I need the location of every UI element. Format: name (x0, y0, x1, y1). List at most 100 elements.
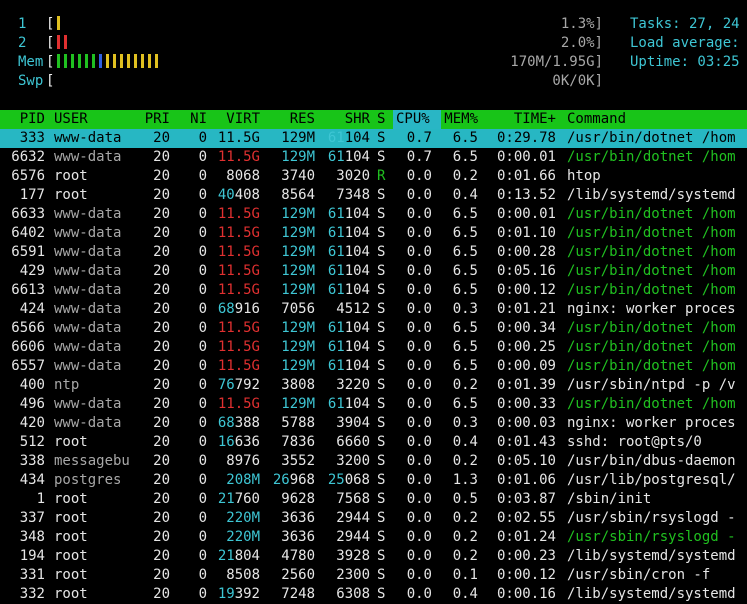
table-row[interactable]: 434 postgres 20 0 208M 26968 25068 S 0.0 1.3 0:01.… (0, 471, 747, 490)
table-row[interactable]: 400 ntp 20 0 76792 3808 3220 S 0.0 0.2 0:01.39/usr… (0, 376, 747, 395)
cpu1-label: 1 (18, 16, 27, 32)
row-cpu: 0.0 (406, 396, 432, 412)
table-row[interactable]: 6633 www-data 20 0 11.5G 129M 61104 S 0.0 6.5 0:00… (0, 205, 747, 224)
row-shr: 2944 (336, 510, 370, 526)
row-pid: 6591 (11, 244, 45, 260)
table-row[interactable]: 424 www-data 20 0 68916 7056 4512 S 0.0 0.3 0:01.2… (0, 300, 747, 319)
row-command: /usr/bin/dotnet /hom (567, 206, 736, 222)
row-shr: 25068 (327, 472, 370, 488)
row-user: root (54, 187, 88, 203)
row-ni: 0 (198, 377, 207, 393)
table-row[interactable]: 496 www-data 20 0 11.5G 129M 61104 S 0.0 6.5 0:00.… (0, 395, 747, 414)
row-ni: 0 (198, 548, 207, 564)
row-shr: 3200 (336, 453, 370, 469)
row-shr: 61104 (327, 339, 370, 355)
table-row[interactable]: 331 root 20 0 8508 2560 2300 S 0.0 0.1 0:00.12/usr… (0, 566, 747, 585)
col-command[interactable]: Command (567, 110, 626, 129)
row-res: 129M (281, 339, 315, 355)
row-ni: 0 (198, 301, 207, 317)
row-virt: 11.5G (217, 358, 260, 374)
row-command: /usr/lib/postgresql/ (567, 472, 736, 488)
row-res: 7836 (281, 434, 315, 450)
row-user: root (54, 529, 88, 545)
row-shr: 3220 (336, 377, 370, 393)
row-command: nginx: worker proces (567, 415, 736, 431)
table-row[interactable]: 429 www-data 20 0 11.5G 129M 61104 S 0.0 6.5 0:05.… (0, 262, 747, 281)
row-cpu: 0.0 (406, 548, 432, 564)
table-row[interactable]: 338 messagebu 20 0 8976 3552 3200 S 0.0 0.2 0:05.1… (0, 452, 747, 471)
row-user: www-data (54, 282, 122, 298)
table-row[interactable]: 177 root 20 0 40408 8564 7348 S 0.0 0.4 0:13.52/li… (0, 186, 747, 205)
table-row[interactable]: 332 root 20 0 19392 7248 6308 S 0.0 0.4 0:00.16/li… (0, 585, 747, 604)
row-shr: 61104 (327, 263, 370, 279)
table-row[interactable]: 420 www-data 20 0 68388 5788 3904 S 0.0 0.3 0:00.0… (0, 414, 747, 433)
col-state[interactable]: S (377, 110, 385, 129)
row-virt: 19392 (217, 586, 260, 602)
row-pid: 400 (19, 377, 45, 393)
row-cpu: 0.0 (406, 510, 432, 526)
row-mem: 6.5 (452, 396, 478, 412)
table-row[interactable]: 6613 www-data 20 0 11.5G 129M 61104 S 0.0 6.5 0:00… (0, 281, 747, 300)
table-row[interactable]: 6591 www-data 20 0 11.5G 129M 61104 S 0.0 6.5 0:00… (0, 243, 747, 262)
row-virt: 11.5G (217, 263, 260, 279)
row-pid: 6402 (11, 225, 45, 241)
row-command: /usr/bin/dotnet /hom (567, 225, 736, 241)
row-command: /lib/systemd/systemd (567, 548, 736, 564)
row-res: 7056 (281, 301, 315, 317)
row-cpu: 0.0 (406, 415, 432, 431)
col-virt[interactable]: VIRT (210, 110, 260, 129)
row-user: root (54, 586, 88, 602)
row-cpu: 0.0 (406, 282, 432, 298)
row-command: /usr/bin/dotnet /hom (567, 263, 736, 279)
table-row[interactable]: 6576 root 20 0 8068 3740 3020 R 0.0 0.2 0:01.66 hto… (0, 167, 747, 186)
col-pid[interactable]: PID (0, 110, 45, 129)
row-ni: 0 (198, 339, 207, 355)
row-res: 129M (281, 244, 315, 260)
row-res: 2560 (281, 567, 315, 583)
col-pri[interactable]: PRI (130, 110, 170, 129)
table-row[interactable]: 1 root 20 0 21760 9628 7568 S 0.0 0.5 0:03.87/sbin… (0, 490, 747, 509)
table-row[interactable]: 348 root 20 0 220M 3636 2944 S 0.0 0.2 0:01.24/usr… (0, 528, 747, 547)
col-cpu[interactable]: CPU% (393, 110, 441, 129)
row-shr: 2300 (336, 567, 370, 583)
row-pid: 6606 (11, 339, 45, 355)
row-shr: 61104 (327, 225, 370, 241)
row-ni: 0 (198, 396, 207, 412)
table-row[interactable]: 6632 www-data 20 0 11.5G 129M 61104 S 0.7 6.5 0:00… (0, 148, 747, 167)
col-user[interactable]: USER (54, 110, 88, 129)
table-row[interactable]: 333 www-data 20 0 11.5G 129M 61104 S 0.7 6.5 0:29.… (0, 129, 747, 148)
table-row[interactable]: 6566 www-data 20 0 11.5G 129M 61104 S 0.0 6.5 0:00… (0, 319, 747, 338)
process-table-header: PID USER PRI NI VIRT RES SHR S CPU% MEM%… (0, 110, 747, 129)
row-shr: 61104 (327, 244, 370, 260)
col-res[interactable]: RES (262, 110, 315, 129)
col-time[interactable]: TIME+ (488, 110, 556, 129)
row-res: 129M (281, 282, 315, 298)
row-virt: 208M (226, 472, 260, 488)
row-pid: 177 (19, 187, 45, 203)
row-command: /lib/systemd/systemd (567, 187, 736, 203)
row-pri: 20 (153, 301, 170, 317)
row-state: S (377, 415, 386, 431)
table-row[interactable]: 337 root 20 0 220M 3636 2944 S 0.0 0.2 0:02.55/usr… (0, 509, 747, 528)
mem-value: 170M/1.95G] (510, 54, 603, 70)
row-user: www-data (54, 130, 122, 146)
table-row[interactable]: 6557 www-data 20 0 11.5G 129M 61104 S 0.0 6.5 0:00… (0, 357, 747, 376)
table-row[interactable]: 512 root 20 0 16636 7836 6660 S 0.0 0.4 0:01.43 ssh… (0, 433, 747, 452)
row-pri: 20 (153, 320, 170, 336)
col-mem[interactable]: MEM% (440, 110, 478, 129)
col-ni[interactable]: NI (175, 110, 207, 129)
row-res: 3636 (281, 510, 315, 526)
row-user: root (54, 434, 88, 450)
row-ni: 0 (198, 320, 207, 336)
row-pid: 338 (19, 453, 45, 469)
col-shr[interactable]: SHR (318, 110, 370, 129)
row-res: 8564 (281, 187, 315, 203)
row-shr: 6660 (336, 434, 370, 450)
row-state: S (377, 529, 386, 545)
table-row[interactable]: 6402 www-data 20 0 11.5G 129M 61104 S 0.0 6.5 0:01… (0, 224, 747, 243)
row-command: /usr/sbin/rsyslogd - (567, 529, 736, 545)
row-pri: 20 (153, 472, 170, 488)
row-state: S (377, 510, 386, 526)
table-row[interactable]: 194 root 20 0 21804 4780 3928 S 0.0 0.2 0:00.23/li… (0, 547, 747, 566)
table-row[interactable]: 6606 www-data 20 0 11.5G 129M 61104 S 0.0 6.5 0:00… (0, 338, 747, 357)
